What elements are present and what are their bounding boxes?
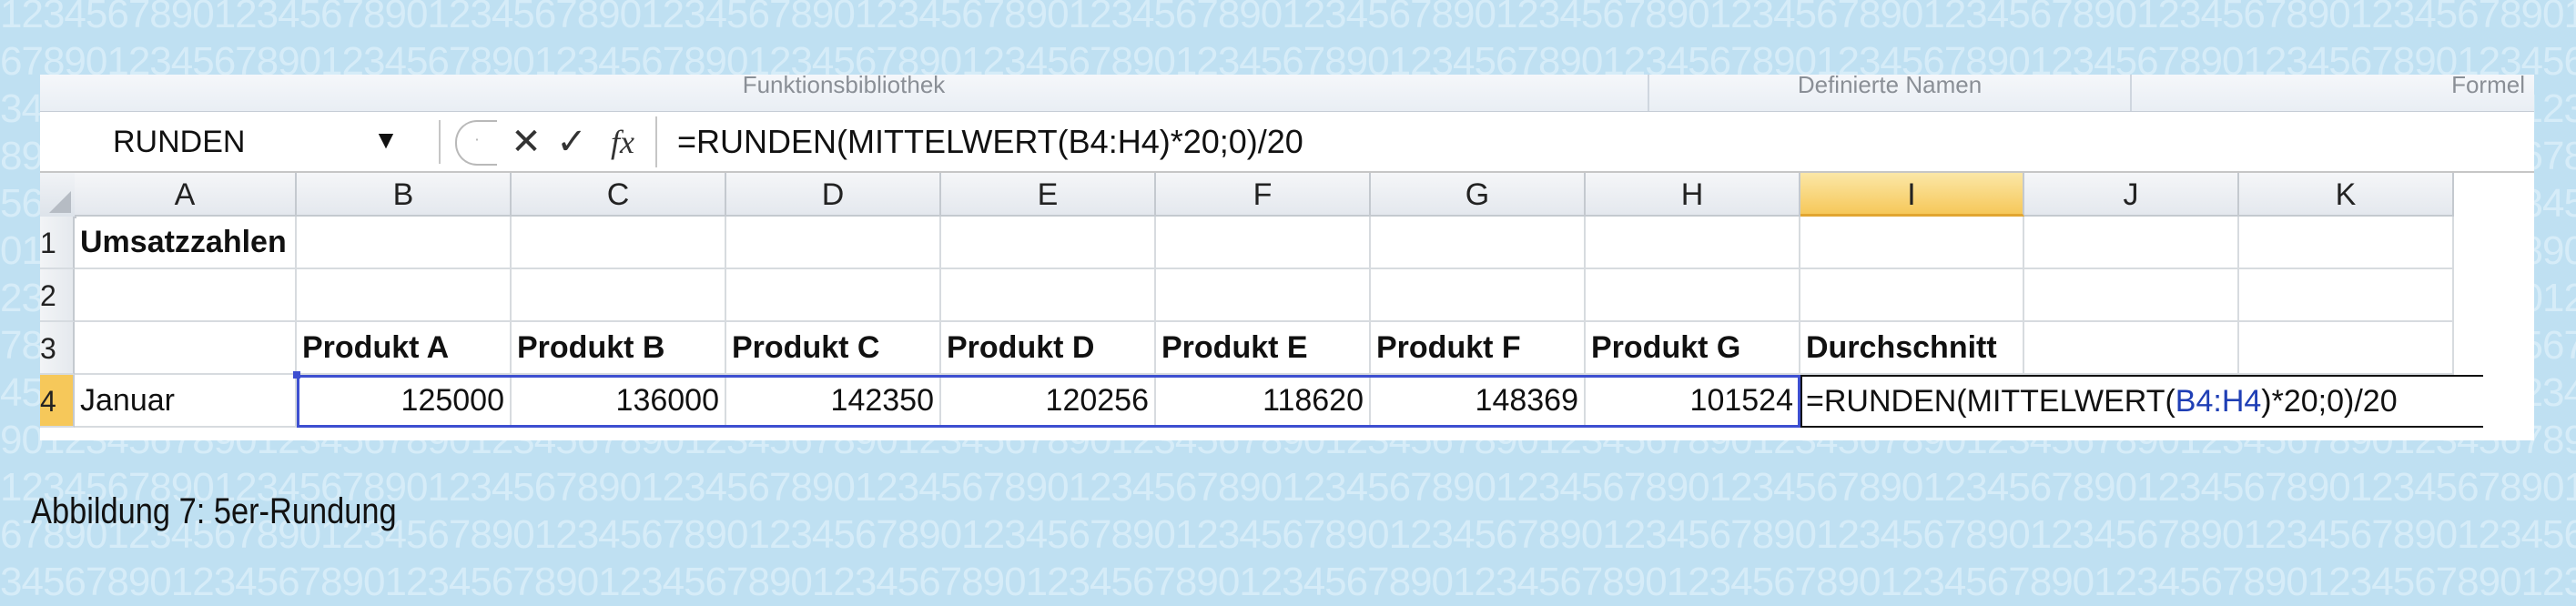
cell-d3[interactable]: Produkt C [726, 322, 941, 375]
cell-h3[interactable]: Produkt G [1586, 322, 1800, 375]
column-header-f[interactable]: F [1156, 173, 1371, 217]
cell-b2[interactable] [297, 269, 512, 322]
background-digit-row: 1234567890123456789012345678901234567890… [0, 0, 2576, 36]
column-header-h[interactable]: H [1586, 173, 1800, 217]
cell-i2[interactable] [1800, 269, 2024, 322]
column-header-b[interactable]: B [297, 173, 512, 217]
row-header-3[interactable]: 3 [40, 322, 75, 375]
cell-e4[interactable]: 120256 [941, 375, 1156, 428]
cell-a2[interactable] [75, 269, 297, 322]
cell-d1[interactable] [726, 217, 941, 269]
formula-bar-divider [655, 116, 657, 167]
cell-j3[interactable] [2024, 322, 2239, 375]
cell-e3[interactable]: Produkt D [941, 322, 1156, 375]
cancel-icon[interactable]: ✕ [506, 116, 546, 167]
ribbon-group-label: Funktionsbibliothek [742, 75, 946, 98]
formula-range-reference: B4:H4 [2175, 384, 2262, 419]
figure-caption: Abbildung 7: 5er-Rundung [31, 491, 397, 531]
ribbon-group-label: Formel [2451, 75, 2525, 98]
cell-c3[interactable]: Produkt B [512, 322, 726, 375]
cell-d4[interactable]: 142350 [726, 375, 941, 428]
selection-handle[interactable] [293, 371, 300, 379]
cell-e2[interactable] [941, 269, 1156, 322]
background-digit-row: 3456789012345678901234567890123456789012… [0, 560, 2576, 604]
cell-c4[interactable]: 136000 [512, 375, 726, 428]
cell-h4[interactable]: 101524 [1586, 375, 1800, 428]
cell-a4[interactable]: Januar [75, 375, 297, 428]
formula-bar: RUNDEN ▼ ⋅ ✕ ✓ fx =RUNDEN(MITTELWERT(B4:… [40, 113, 2534, 173]
cell-g4[interactable]: 148369 [1371, 375, 1586, 428]
cell-i3[interactable]: Durchschnitt [1800, 322, 2024, 375]
cell-g3[interactable]: Produkt F [1371, 322, 1586, 375]
cell-j2[interactable] [2024, 269, 2239, 322]
select-all-button[interactable] [40, 173, 76, 218]
cell-f2[interactable] [1156, 269, 1371, 322]
column-header-i[interactable]: I [1800, 173, 2024, 217]
cell-h1[interactable] [1586, 217, 1800, 269]
cell-f3[interactable]: Produkt E [1156, 322, 1371, 375]
cell-e1[interactable] [941, 217, 1156, 269]
column-header-c[interactable]: C [512, 173, 726, 217]
row-header-4[interactable]: 4 [40, 375, 75, 428]
formula-input[interactable]: =RUNDEN(MITTELWERT(B4:H4)*20;0)/20 [677, 118, 1303, 166]
ribbon-group-defined-names[interactable]: Definierte Namen [1649, 75, 2132, 111]
ribbon-group-label: Definierte Namen [1797, 75, 1983, 98]
cell-g2[interactable] [1371, 269, 1586, 322]
cell-b1[interactable] [297, 217, 512, 269]
chevron-down-icon[interactable]: ▼ [368, 122, 404, 158]
cell-h2[interactable] [1586, 269, 1800, 322]
row-header-2[interactable]: 2 [40, 269, 75, 322]
cell-k1[interactable] [2239, 217, 2454, 269]
enter-icon[interactable]: ✓ [552, 116, 592, 167]
cell-a3[interactable] [75, 322, 297, 375]
column-header-e[interactable]: E [941, 173, 1156, 217]
row-header-1[interactable]: 1 [40, 217, 75, 269]
ribbon-group-formula[interactable]: Formel [2132, 75, 2534, 111]
ribbon-group-labels: Funktionsbibliothek Definierte Namen For… [40, 75, 2534, 112]
ribbon-group-function-library[interactable]: Funktionsbibliothek [40, 75, 1649, 111]
cell-f1[interactable] [1156, 217, 1371, 269]
cell-g1[interactable] [1371, 217, 1586, 269]
cell-a1[interactable]: Umsatzzahlen [75, 217, 297, 269]
column-header-k[interactable]: K [2239, 173, 2454, 217]
column-header-g[interactable]: G [1371, 173, 1586, 217]
column-header-d[interactable]: D [726, 173, 941, 217]
cell-i1[interactable] [1800, 217, 2024, 269]
cell-k2[interactable] [2239, 269, 2454, 322]
insert-function-icon[interactable]: fx [597, 116, 648, 167]
cell-k3[interactable] [2239, 322, 2454, 375]
select-all-triangle-icon [49, 191, 71, 213]
cell-d2[interactable] [726, 269, 941, 322]
cell-c2[interactable] [512, 269, 726, 322]
formula-suffix: )*20;0)/20 [2261, 384, 2398, 419]
cell-f4[interactable]: 118620 [1156, 375, 1371, 428]
cell-b4[interactable]: 125000 [297, 375, 512, 428]
formula-prefix: =RUNDEN(MITTELWERT( [1806, 384, 2175, 419]
cell-b3[interactable]: Produkt A [297, 322, 512, 375]
spreadsheet-window: Funktionsbibliothek Definierte Namen For… [40, 75, 2534, 440]
cell-j1[interactable] [2024, 217, 2239, 269]
cell-i4-edit[interactable]: =RUNDEN(MITTELWERT(B4:H4)*20;0)/20 [1800, 375, 2483, 428]
cell-c1[interactable] [512, 217, 726, 269]
formula-bar-expand-icon[interactable]: ⋅ [455, 120, 497, 166]
column-header-a[interactable]: A [75, 173, 297, 217]
column-header-j[interactable]: J [2024, 173, 2239, 217]
